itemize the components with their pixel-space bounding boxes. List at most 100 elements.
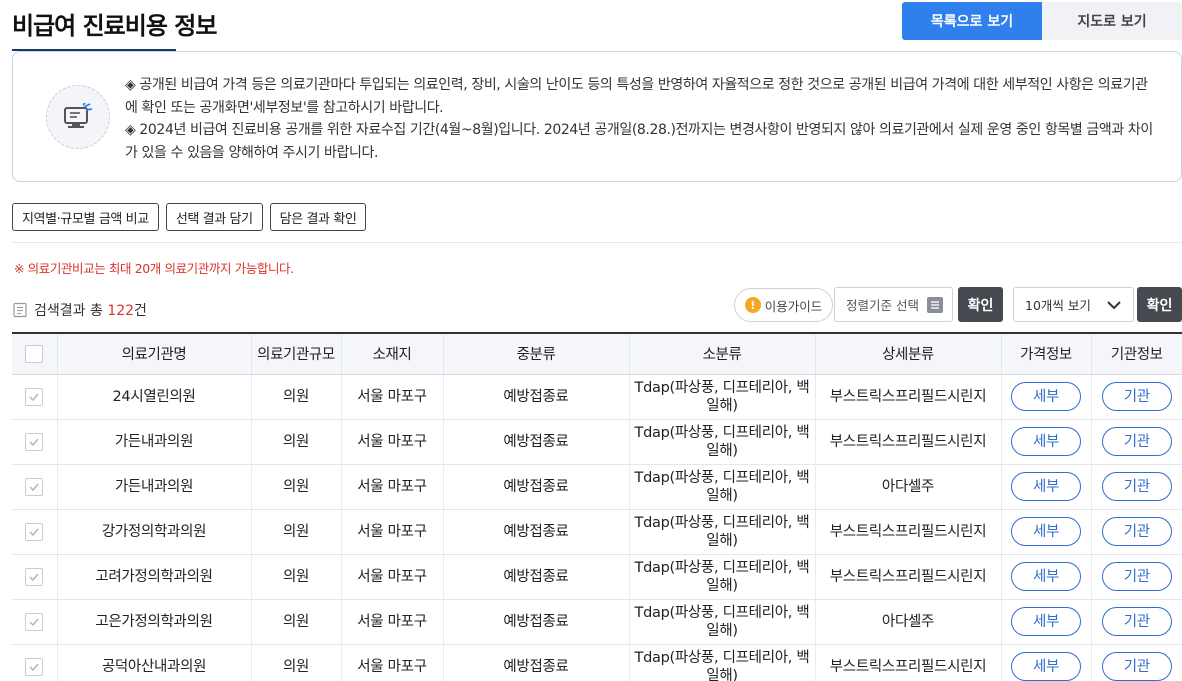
- detail-button[interactable]: 세부: [1011, 427, 1081, 456]
- detail-category: 부스트릭스프리필드시린지: [814, 374, 1001, 419]
- institution-size: 의원: [250, 419, 341, 464]
- table-row: 가든내과의원 의원 서울 마포구 예방접종료 Tdap(파상풍, 디프테리아, …: [12, 419, 1182, 464]
- price-info-cell: 세부: [1000, 644, 1091, 681]
- check-icon: [29, 438, 39, 446]
- view-list-button[interactable]: 목록으로 보기: [902, 2, 1042, 40]
- check-icon: [29, 618, 39, 626]
- detail-category: 부스트릭스프리필드시린지: [814, 419, 1001, 464]
- institution-location: 서울 마포구: [340, 599, 443, 644]
- header-org-info: 기관정보: [1090, 333, 1182, 375]
- per-page-confirm-button[interactable]: 확인: [1137, 287, 1182, 322]
- institution-location: 서울 마포구: [340, 464, 443, 509]
- detail-category: 부스트릭스프리필드시린지: [814, 509, 1001, 554]
- per-page-select[interactable]: 10개씩 보기: [1013, 287, 1134, 322]
- notice-box: ◈ 공개된 비급여 가격 등은 의료기관마다 투입되는 의료인력, 장비, 시술…: [12, 51, 1182, 182]
- sort-placeholder: 정렬기준 선택: [846, 298, 919, 313]
- notice-line-1: ◈ 공개된 비급여 가격 등은 의료기관마다 투입되는 의료인력, 장비, 시술…: [125, 77, 1148, 116]
- table-row: 24시열린의원 의원 서울 마포구 예방접종료 Tdap(파상풍, 디프테리아,…: [12, 374, 1182, 419]
- institution-button[interactable]: 기관: [1101, 517, 1172, 546]
- notice-line-2: ◈ 2024년 비급여 진료비용 공개를 위한 자료수집 기간(4월~8월)입니…: [125, 122, 1153, 161]
- institution-name: 고려가정의학과의원: [56, 554, 251, 599]
- detail-button[interactable]: 세부: [1011, 607, 1081, 636]
- header-mid-category: 중분류: [442, 333, 629, 375]
- divider: [12, 242, 1182, 243]
- institution-name: 고은가정의학과의원: [56, 599, 251, 644]
- row-checkbox-cell: [12, 599, 57, 644]
- org-info-cell: 기관: [1090, 464, 1182, 509]
- row-checkbox-cell: [12, 509, 57, 554]
- guide-label: 이용가이드: [764, 298, 823, 314]
- view-map-button[interactable]: 지도로 보기: [1042, 2, 1182, 40]
- mid-category: 예방접종료: [442, 509, 629, 554]
- row-checkbox[interactable]: [25, 477, 44, 496]
- per-page-label: 10개씩 보기: [1025, 298, 1091, 313]
- check-icon: [29, 573, 39, 581]
- org-info-cell: 기관: [1090, 419, 1182, 464]
- row-checkbox-cell: [12, 419, 57, 464]
- list-icon: [927, 297, 943, 313]
- sort-select[interactable]: 정렬기준 선택: [834, 287, 953, 322]
- row-checkbox[interactable]: [25, 432, 44, 451]
- table-row: 강가정의학과의원 의원 서울 마포구 예방접종료 Tdap(파상풍, 디프테리아…: [12, 509, 1182, 554]
- detail-button[interactable]: 세부: [1011, 517, 1081, 546]
- mid-category: 예방접종료: [442, 599, 629, 644]
- check-icon: [29, 483, 39, 491]
- org-info-cell: 기관: [1090, 374, 1182, 419]
- table-header-row: 의료기관명 의료기관규모 소재지 중분류 소분류 상세분류 가격정보 기관정보: [12, 333, 1182, 375]
- row-checkbox[interactable]: [25, 387, 44, 406]
- institution-button[interactable]: 기관: [1101, 427, 1172, 456]
- header-price-info: 가격정보: [1000, 333, 1091, 375]
- institution-button[interactable]: 기관: [1101, 607, 1172, 636]
- detail-category: 아다셀주: [814, 599, 1001, 644]
- result-number: 122: [107, 303, 135, 319]
- institution-button[interactable]: 기관: [1101, 382, 1172, 411]
- view-saved-button[interactable]: 담은 결과 확인: [269, 203, 367, 231]
- add-selected-button[interactable]: 선택 결과 담기: [165, 203, 263, 231]
- institution-name: 가든내과의원: [56, 464, 251, 509]
- row-checkbox-cell: [12, 374, 57, 419]
- org-info-cell: 기관: [1090, 644, 1182, 681]
- institution-location: 서울 마포구: [340, 419, 443, 464]
- sub-category: Tdap(파상풍, 디프테리아, 백일해): [628, 419, 815, 464]
- sub-category: Tdap(파상풍, 디프테리아, 백일해): [628, 599, 815, 644]
- row-checkbox-cell: [12, 644, 57, 681]
- sub-category: Tdap(파상풍, 디프테리아, 백일해): [628, 644, 815, 681]
- org-info-cell: 기관: [1090, 599, 1182, 644]
- detail-button[interactable]: 세부: [1011, 382, 1081, 411]
- institution-location: 서울 마포구: [340, 374, 443, 419]
- institution-button[interactable]: 기관: [1101, 562, 1172, 591]
- guide-button[interactable]: ! 이용가이드: [734, 288, 833, 322]
- limit-note: ※ 의료기관비교는 최대 20개 의료기관까지 가능합니다.: [14, 261, 294, 276]
- results-table: 의료기관명 의료기관규모 소재지 중분류 소분류 상세분류 가격정보 기관정보 …: [12, 332, 1182, 681]
- institution-name: 가든내과의원: [56, 419, 251, 464]
- select-all-checkbox[interactable]: [25, 344, 44, 363]
- detail-category: 아다셀주: [814, 464, 1001, 509]
- row-checkbox[interactable]: [25, 612, 44, 631]
- sub-category: Tdap(파상풍, 디프테리아, 백일해): [628, 554, 815, 599]
- institution-size: 의원: [250, 554, 341, 599]
- institution-button[interactable]: 기관: [1101, 652, 1172, 681]
- row-checkbox[interactable]: [25, 522, 44, 541]
- chevron-down-icon: [1107, 301, 1121, 310]
- sort-confirm-button[interactable]: 확인: [958, 287, 1003, 322]
- detail-button[interactable]: 세부: [1011, 562, 1081, 591]
- institution-size: 의원: [250, 464, 341, 509]
- sub-category: Tdap(파상풍, 디프테리아, 백일해): [628, 464, 815, 509]
- view-toggle: 목록으로 보기 지도로 보기: [902, 2, 1182, 40]
- table-row: 가든내과의원 의원 서울 마포구 예방접종료 Tdap(파상풍, 디프테리아, …: [12, 464, 1182, 509]
- institution-button[interactable]: 기관: [1101, 472, 1172, 501]
- institution-size: 의원: [250, 509, 341, 554]
- select-all-cell: [12, 333, 57, 375]
- detail-button[interactable]: 세부: [1011, 472, 1081, 501]
- mid-category: 예방접종료: [442, 644, 629, 681]
- detail-button[interactable]: 세부: [1011, 652, 1081, 681]
- monitor-icon: [46, 85, 110, 149]
- price-info-cell: 세부: [1000, 374, 1091, 419]
- compare-button[interactable]: 지역별·규모별 금액 비교: [12, 203, 159, 231]
- check-icon: [29, 393, 39, 401]
- row-checkbox[interactable]: [25, 657, 44, 676]
- institution-name: 공덕아산내과의원: [56, 644, 251, 681]
- institution-name: 24시열린의원: [56, 374, 251, 419]
- institution-size: 의원: [250, 644, 341, 681]
- row-checkbox[interactable]: [25, 567, 44, 586]
